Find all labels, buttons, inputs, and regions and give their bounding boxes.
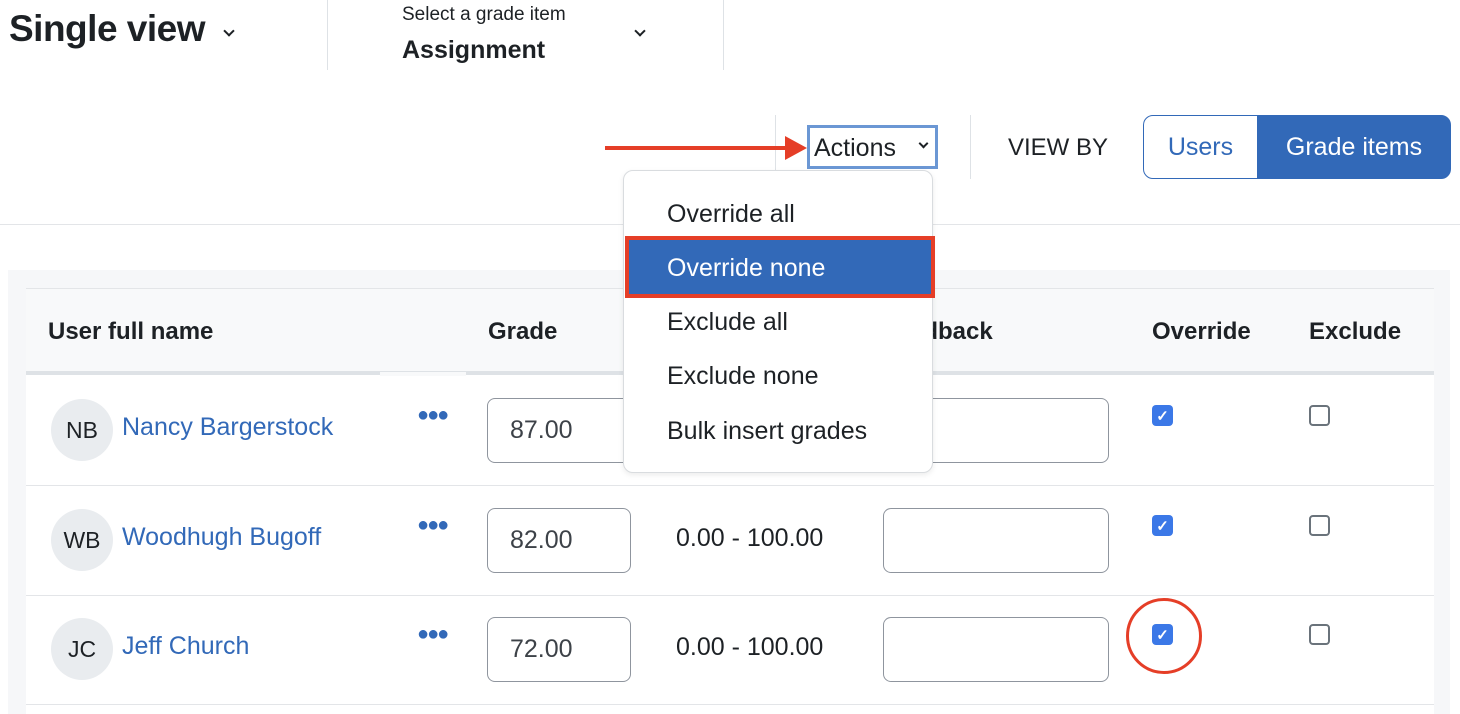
header-exclude: Exclude [1309,318,1402,345]
divider [723,0,724,70]
exclude-checkbox[interactable] [1309,515,1330,536]
menu-item-bulk-insert-grades[interactable]: Bulk insert grades [667,417,867,446]
page-title[interactable]: Single view [9,8,235,50]
feedback-input[interactable] [883,508,1109,573]
grade-range: 0.00 - 100.00 [676,633,824,661]
user-name-link[interactable]: Jeff Church [122,632,249,661]
chevron-down-icon[interactable] [634,25,646,37]
more-actions-icon[interactable]: ●●● [417,404,449,427]
divider [970,115,971,179]
annotation-arrow [605,146,795,150]
annotation-arrowhead [785,136,807,160]
grade-input[interactable]: 72.00 [487,617,631,682]
avatar: NB [51,399,113,461]
grade-item-selector[interactable]: Assignment [402,36,545,65]
annotation-circle [1126,598,1202,674]
exclude-checkbox[interactable] [1309,405,1330,426]
user-name-link[interactable]: Woodhugh Bugoff [122,523,321,552]
grade-input[interactable]: 82.00 [487,508,631,573]
view-by-grade-items-button[interactable]: Grade items [1257,115,1451,179]
actions-select[interactable]: Actions [807,125,938,169]
menu-item-exclude-none[interactable]: Exclude none [667,362,819,391]
override-checkbox[interactable]: ✓ [1152,515,1173,536]
grade-item-label: Select a grade item [402,4,566,25]
menu-item-override-all[interactable]: Override all [667,200,795,229]
avatar: JC [51,618,113,680]
view-by-users-button[interactable]: Users [1143,115,1258,179]
chevron-down-icon [918,138,929,149]
chevron-down-icon [223,25,235,37]
menu-item-override-none[interactable]: Override none [667,254,825,283]
grade-range: 0.00 - 100.00 [676,524,824,552]
header-grade: Grade [488,318,558,345]
header-override: Override [1152,318,1251,345]
avatar: WB [51,509,113,571]
menu-item-exclude-all[interactable]: Exclude all [667,308,788,337]
more-actions-icon[interactable]: ●●● [417,623,449,646]
override-checkbox[interactable]: ✓ [1152,405,1173,426]
header-user-full-name[interactable]: User full name [48,318,213,346]
feedback-input[interactable] [883,617,1109,682]
grade-input[interactable]: 87.00 [487,398,631,463]
view-by-label: VIEW BY [1008,134,1109,161]
divider [327,0,328,70]
more-actions-icon[interactable]: ●●● [417,514,449,537]
user-name-link[interactable]: Nancy Bargerstock [122,413,333,442]
exclude-checkbox[interactable] [1309,624,1330,645]
